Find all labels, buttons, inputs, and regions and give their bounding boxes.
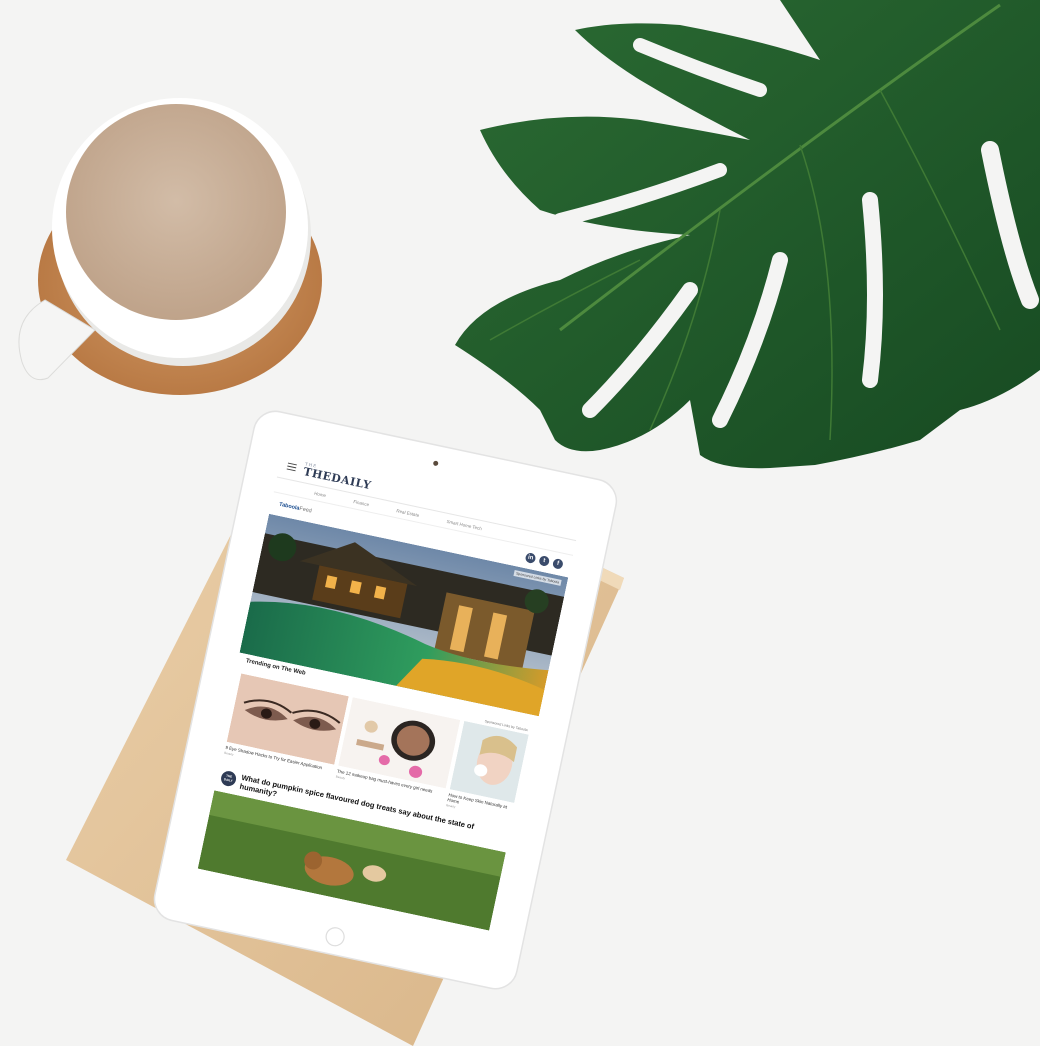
- feed-brand-suffix: Feed: [298, 506, 313, 515]
- menu-icon[interactable]: [286, 462, 297, 471]
- photo-scene: THE THEDAILY Home Finance Real Estate Sm…: [0, 0, 1040, 1046]
- feed-brand-name: Taboola: [278, 501, 300, 512]
- trending-card[interactable]: How to Keep Skin Naturally at Home Beaut…: [446, 720, 529, 821]
- nav-item-finance[interactable]: Finance: [353, 499, 370, 507]
- feed-brand: TaboolaFeed: [279, 502, 313, 515]
- monstera-leaf: [455, 0, 1040, 469]
- social-links: in t f: [524, 552, 564, 570]
- skincare-image: [449, 720, 529, 804]
- facebook-icon[interactable]: f: [551, 557, 564, 570]
- nav-item-real-estate[interactable]: Real Estate: [396, 508, 420, 518]
- nav-item-smart-home[interactable]: Smart Home Tech: [446, 518, 482, 530]
- publisher-badge: THE DAILY: [219, 769, 238, 788]
- nav-item-home[interactable]: Home: [314, 490, 327, 497]
- linkedin-icon[interactable]: in: [524, 552, 537, 564]
- twitter-icon[interactable]: t: [538, 555, 551, 567]
